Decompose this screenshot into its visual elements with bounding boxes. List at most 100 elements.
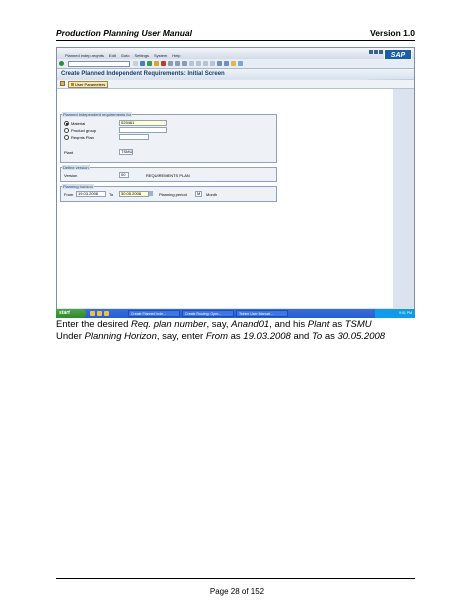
reqmts-plan-label: Reqmts Plan	[71, 135, 94, 140]
group-planned-reqs: Planned independent requirements for Mat…	[60, 112, 277, 163]
minimize-icon[interactable]	[369, 50, 373, 54]
plant-label: Plant	[64, 150, 74, 155]
taskbar-item[interactable]: Telnire User Manual...	[236, 310, 288, 317]
clock: 9:01 PM	[398, 311, 412, 315]
text: as	[329, 319, 345, 330]
product-group-row: Product group	[64, 128, 96, 133]
product-group-field[interactable]	[119, 127, 167, 133]
calendar-icon[interactable]	[149, 191, 153, 196]
reqmts-plan-row: Reqmts Plan	[64, 135, 94, 140]
system-tray: 9:01 PM	[375, 309, 415, 318]
user-icon	[71, 83, 74, 86]
user-parameters-label: User Parameters	[75, 82, 106, 87]
menu-bar: Planned indep.reqmts Edit Goto Settings …	[57, 48, 414, 62]
reqmts-plan-field[interactable]	[119, 134, 149, 140]
text: Enter the desired	[56, 319, 131, 330]
emphasis: To	[311, 330, 323, 342]
save-icon[interactable]	[140, 61, 145, 66]
from-date-field[interactable]: 19.03.2008	[76, 191, 106, 197]
screen-content: Planned independent requirements for Mat…	[57, 89, 393, 308]
close-icon[interactable]	[379, 50, 383, 54]
first-page-icon[interactable]	[189, 61, 194, 66]
command-field[interactable]	[68, 61, 130, 67]
application-toolbar: User Parameters	[57, 80, 414, 89]
planning-period-field[interactable]: M	[195, 191, 202, 197]
menu-goto[interactable]: Goto	[121, 53, 130, 58]
screen-title-bar: Create Planned Independent Requirements:…	[57, 69, 414, 79]
cancel-icon[interactable]	[161, 61, 166, 66]
from-label: From	[64, 192, 74, 197]
material-row: Material	[64, 121, 85, 126]
menu-help[interactable]: Help	[172, 53, 180, 58]
planning-period-label: Planning period	[159, 192, 187, 197]
text: and	[290, 330, 312, 342]
emphasis: From	[205, 330, 228, 342]
text: as	[227, 330, 244, 342]
emphasis: TSMU	[344, 319, 372, 330]
menu-planned-indep-reqmts[interactable]: Planned indep.reqmts	[65, 53, 104, 58]
instruction-text: Enter the desired Req. plan number, say,…	[56, 319, 436, 342]
quick-launch-icon[interactable]	[90, 311, 95, 316]
emphasis: Req. plan number	[131, 319, 207, 330]
material-field[interactable]: 029461	[119, 120, 167, 126]
sap-screenshot: Planned indep.reqmts Edit Goto Settings …	[56, 47, 415, 318]
quick-launch-icon[interactable]	[104, 311, 109, 316]
menu-edit[interactable]: Edit	[109, 53, 116, 58]
new-session-icon[interactable]	[217, 61, 222, 66]
manual-title: Production Planning User Manual	[56, 28, 193, 38]
back-icon[interactable]	[147, 61, 152, 66]
exit-icon[interactable]	[154, 61, 159, 66]
to-label: To	[109, 192, 114, 197]
footer-rule	[56, 578, 415, 579]
standard-toolbar	[57, 59, 414, 69]
start-button[interactable]: start	[56, 309, 86, 318]
material-radio[interactable]	[64, 121, 69, 126]
menu-system[interactable]: System	[154, 53, 167, 58]
reqmts-plan-radio[interactable]	[64, 135, 69, 140]
help-icon[interactable]	[231, 61, 236, 66]
shortcut-icon[interactable]	[224, 61, 229, 66]
taskbar-item[interactable]: Create Planned Inde...	[128, 310, 180, 317]
emphasis: Planning Horizon	[84, 330, 157, 342]
page-header: Production Planning User Manual Version …	[56, 28, 415, 40]
emphasis: 19.03.2008	[243, 330, 291, 342]
plant-field[interactable]: TSMU	[119, 149, 133, 155]
last-page-icon[interactable]	[210, 61, 215, 66]
taskbar-item[interactable]: Create Routing: Oper...	[182, 310, 234, 317]
product-group-radio[interactable]	[64, 128, 69, 133]
version-field[interactable]: 00	[119, 172, 129, 178]
text: Under	[56, 330, 85, 342]
group-title: Planned independent requirements for	[62, 112, 133, 117]
screen-title: Create Planned Independent Requirements:…	[61, 71, 225, 77]
dropdown-icon[interactable]	[133, 61, 138, 66]
to-date-field[interactable]: 30.05.2008	[119, 191, 149, 197]
layout-icon[interactable]	[238, 61, 243, 66]
manual-version: Version 1.0	[370, 28, 415, 38]
group-version: Define version Version 00 REQUIREMENTS P…	[60, 165, 277, 182]
material-label: Material	[71, 121, 86, 126]
version-label: Version	[64, 173, 78, 178]
overview-icon[interactable]	[60, 81, 65, 86]
maximize-icon[interactable]	[374, 50, 378, 54]
find-next-icon[interactable]	[182, 61, 187, 66]
product-group-label: Product group	[71, 128, 97, 133]
find-icon[interactable]	[175, 61, 180, 66]
instruction-line-1: Enter the desired Req. plan number, say,…	[56, 319, 436, 331]
page-number: Page 28 of 152	[209, 587, 265, 596]
prev-page-icon[interactable]	[196, 61, 201, 66]
emphasis: 30.05.2008	[337, 330, 386, 342]
emphasis: Plant	[307, 319, 330, 330]
group-title: Define version	[62, 165, 90, 170]
instruction-line-2: Under Planning Horizon, say, enter From …	[56, 331, 436, 343]
next-page-icon[interactable]	[203, 61, 208, 66]
header-rule	[56, 40, 415, 41]
print-icon[interactable]	[168, 61, 173, 66]
group-title: Planning horizon	[62, 184, 94, 189]
user-parameters-button[interactable]: User Parameters	[68, 81, 109, 88]
quick-launch	[90, 311, 109, 316]
menu-settings[interactable]: Settings	[135, 53, 149, 58]
group-planning-horizon: Planning horizon From 19.03.2008 To 30.0…	[60, 184, 277, 202]
quick-launch-icon[interactable]	[97, 311, 102, 316]
planning-period-description: Month	[206, 192, 218, 197]
enter-icon[interactable]	[59, 61, 64, 66]
